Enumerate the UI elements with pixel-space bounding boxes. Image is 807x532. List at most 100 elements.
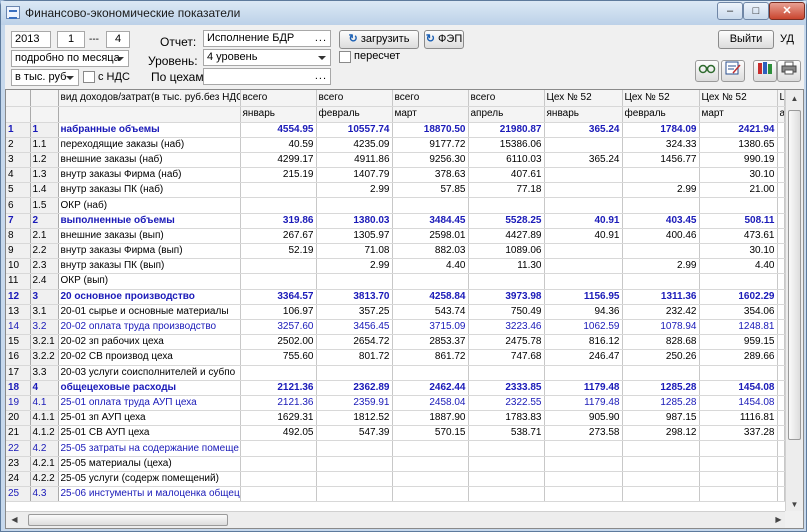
value-cell[interactable]: 30.10 [699,167,778,184]
value-cell[interactable] [392,365,469,381]
value-cell[interactable]: 378.63 [392,167,469,184]
print-icon[interactable] [777,60,801,82]
value-cell[interactable] [544,137,623,153]
row-code[interactable]: 1 [30,122,59,138]
value-cell[interactable] [699,456,778,472]
value-cell[interactable]: 1784.09 [622,122,700,138]
value-cell[interactable]: 905.90 [544,410,623,427]
value-cell[interactable]: 267.67 [240,228,317,245]
table-row[interactable]: 1 1 набранные объемы 4554.95 10557.74 18870.5… [6,122,785,138]
value-cell[interactable]: 816.12 [544,334,623,351]
fez-button[interactable]: ↻ ФЭП [424,30,464,49]
value-cell[interactable] [699,440,778,457]
value-cell[interactable]: 2502.00 [240,334,317,351]
table-row[interactable]: 20 4.1.1 25-01 зп АУП цеха 1629.31 1812.52 18… [6,410,785,427]
value-cell[interactable]: Цех № 52 [622,90,700,107]
value-cell[interactable]: 30.10 [699,243,778,260]
vat-checkbox[interactable] [83,71,95,83]
value-cell[interactable] [468,440,545,457]
scroll-left-icon[interactable]: ◀ [6,512,23,528]
value-cell[interactable]: 3456.45 [316,319,393,336]
value-cell[interactable] [777,471,785,488]
value-cell[interactable] [544,456,623,472]
value-cell[interactable] [777,243,785,260]
value-cell[interactable]: 3223.46 [468,319,545,336]
table-row[interactable]: 12 3 20 основное производство 3364.57 3813.7… [6,289,785,305]
value-cell[interactable]: 40.91 [544,213,623,229]
year-input[interactable]: 2013 [11,31,51,48]
value-cell[interactable]: 2362.89 [316,380,393,396]
value-cell[interactable]: 5528.25 [468,213,545,229]
row-number[interactable]: 11 [6,273,31,290]
row-label[interactable]: переходящие заказы (наб) [58,137,241,153]
value-cell[interactable] [622,456,700,472]
value-cell[interactable]: 987.15 [622,410,700,427]
value-cell[interactable] [777,152,785,169]
row-number[interactable]: 10 [6,258,31,275]
value-cell[interactable] [316,365,393,381]
row-code[interactable]: 2 [30,213,59,229]
row-code[interactable]: 1.4 [30,182,59,199]
table-row[interactable]: 13 3.1 20-01 сырье и основные материалы 106… [6,304,785,320]
recalc-checkbox[interactable] [339,51,351,63]
value-cell[interactable] [240,258,317,275]
value-cell[interactable]: 1454.08 [699,380,778,396]
value-cell[interactable]: всего [468,90,545,107]
value-cell[interactable] [777,273,785,290]
value-cell[interactable]: 1078.94 [622,319,700,336]
value-cell[interactable] [777,410,785,427]
value-cell[interactable]: 3484.45 [392,213,469,229]
row-label[interactable]: внутр заказы Фирма (наб) [58,167,241,184]
value-cell[interactable] [622,197,700,214]
value-cell[interactable] [699,273,778,290]
value-cell[interactable] [468,273,545,290]
value-cell[interactable] [777,425,785,442]
row-code[interactable]: 3 [30,289,59,305]
value-cell[interactable]: 473.61 [699,228,778,245]
value-cell[interactable]: 2654.72 [316,334,393,351]
value-cell[interactable]: 2121.36 [240,380,317,396]
row-code[interactable]: 4 [30,380,59,396]
value-cell[interactable] [544,243,623,260]
row-number[interactable]: 1 [6,122,31,138]
value-cell[interactable]: 298.12 [622,425,700,442]
report-field[interactable]: Исполнение БДР ... [203,30,331,47]
value-cell[interactable]: 2853.37 [392,334,469,351]
value-cell[interactable]: 403.45 [622,213,700,229]
value-cell[interactable] [622,243,700,260]
value-cell[interactable] [544,273,623,290]
row-code[interactable]: 1.5 [30,197,59,214]
value-cell[interactable] [777,365,785,381]
row-code[interactable]: 4.1.1 [30,410,59,427]
value-cell[interactable]: 15386.06 [468,137,545,153]
vertical-scroll-thumb[interactable] [788,110,801,440]
row-code[interactable]: 1.2 [30,152,59,169]
value-cell[interactable]: 2359.91 [316,395,393,412]
value-cell[interactable] [622,486,700,503]
value-cell[interactable]: 94.36 [544,304,623,320]
row-code[interactable]: 3.2 [30,319,59,336]
value-cell[interactable]: 4299.17 [240,152,317,169]
row-label[interactable]: 20-03 услуги соисполнителей и субпо [58,365,241,381]
row-number[interactable]: 18 [6,380,31,396]
value-cell[interactable] [240,182,317,199]
value-cell[interactable]: 755.60 [240,349,317,366]
row-code[interactable]: 1.1 [30,137,59,153]
table-row[interactable]: 21 4.1.2 25-01 СВ АУП цеха 492.05 547.39 570.… [6,425,785,442]
row-number[interactable]: 22 [6,440,31,457]
value-cell[interactable] [544,365,623,381]
row-number[interactable]: 13 [6,304,31,320]
value-cell[interactable]: 324.33 [622,137,700,153]
value-cell[interactable]: 4911.86 [316,152,393,169]
row-code[interactable]: 4.3 [30,486,59,503]
value-cell[interactable]: 365.24 [544,152,623,169]
value-cell[interactable] [777,137,785,153]
row-label[interactable]: 20-02 СВ производ цеха [58,349,241,366]
value-cell[interactable] [316,197,393,214]
row-code[interactable]: 4.1 [30,395,59,412]
value-cell[interactable]: 1629.31 [240,410,317,427]
vertical-scrollbar[interactable]: ▲ ▼ [785,90,803,513]
value-cell[interactable] [622,365,700,381]
row-code[interactable] [30,106,59,123]
row-number[interactable] [6,106,31,123]
